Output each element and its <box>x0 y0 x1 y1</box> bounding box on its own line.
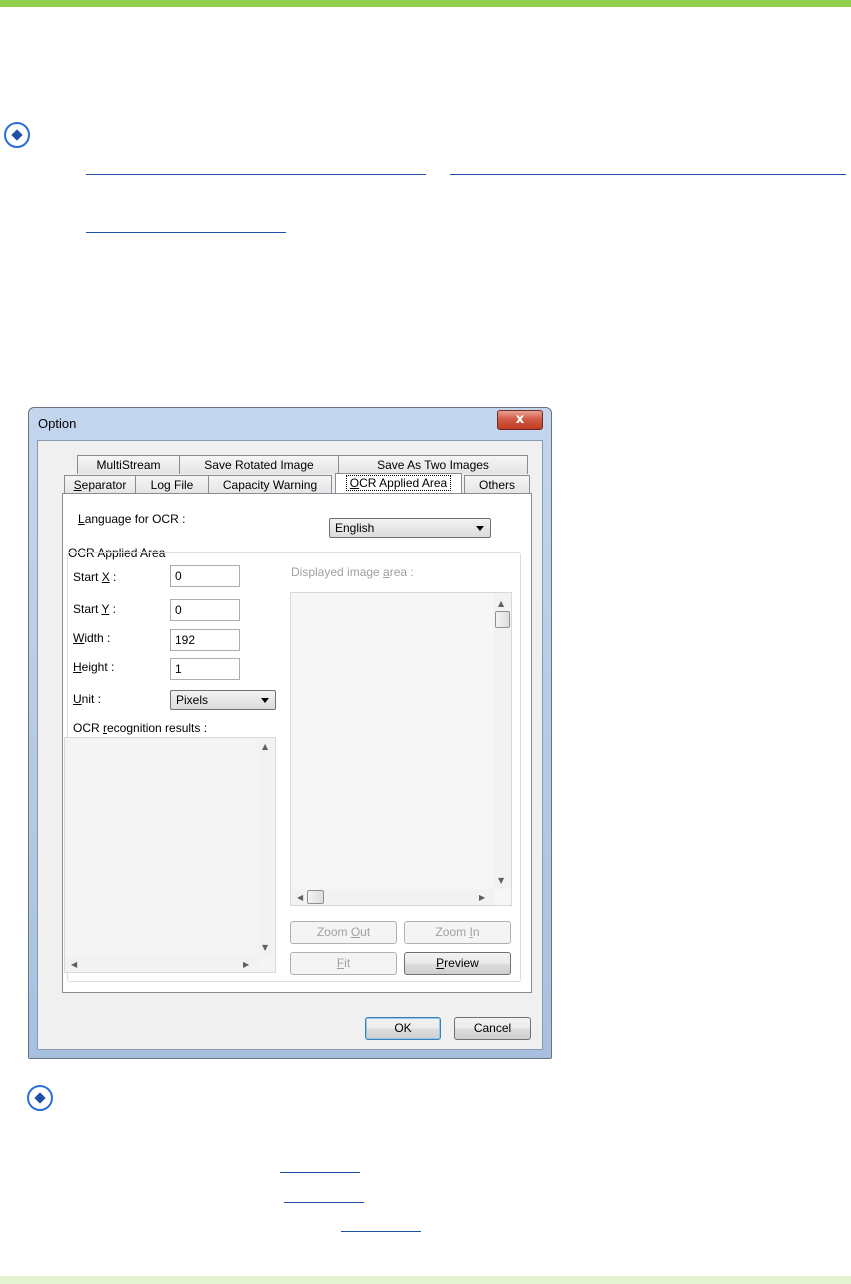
dialog-client-area: MultiStream Save Rotated Image Save As T… <box>37 440 543 1050</box>
zoom-in-button[interactable]: Zoom In <box>404 921 511 944</box>
dropdown-arrow-icon <box>476 526 484 531</box>
ok-button[interactable]: OK <box>365 1017 441 1040</box>
displayed-area-label: Displayed image area : <box>291 565 414 579</box>
start-y-label: Start Y : <box>73 602 116 616</box>
title-bar[interactable]: Option x <box>29 408 551 440</box>
scroll-down-icon[interactable]: ▼ <box>498 876 504 885</box>
scroll-up-icon[interactable]: ▲ <box>262 742 268 751</box>
dialog-title: Option <box>38 416 77 431</box>
language-dropdown[interactable]: English <box>329 518 491 538</box>
tab-multistream[interactable]: MultiStream <box>77 455 180 474</box>
tab-save-as-two-images[interactable]: Save As Two Images <box>338 455 528 474</box>
fit-button[interactable]: Fit <box>290 952 397 975</box>
height-input[interactable]: 1 <box>170 658 240 680</box>
hyperlink[interactable] <box>284 1202 364 1203</box>
tab-log-file[interactable]: Log File <box>135 475 209 494</box>
top-accent-bar <box>0 0 851 7</box>
start-x-input[interactable]: 0 <box>170 565 240 587</box>
preview-button[interactable]: Preview <box>404 952 511 975</box>
note-icon <box>27 1085 53 1111</box>
tab-others[interactable]: Others <box>464 475 530 494</box>
tab-separator[interactable]: Separator <box>64 475 136 494</box>
close-button[interactable]: x <box>497 410 543 430</box>
hyperlink[interactable] <box>86 232 286 233</box>
scroll-up-icon[interactable]: ▲ <box>498 599 504 608</box>
scroll-thumb[interactable] <box>495 611 510 628</box>
scroll-thumb[interactable] <box>307 890 324 904</box>
note-icon <box>4 122 30 148</box>
bottom-accent-bar <box>0 1276 851 1284</box>
tab-capacity-warning[interactable]: Capacity Warning <box>208 475 332 494</box>
image-horizontal-scrollbar[interactable]: ◀ ▶ <box>291 889 494 905</box>
unit-label: Unit : <box>73 692 102 706</box>
scroll-left-icon[interactable]: ◀ <box>71 960 77 969</box>
language-label: Language for OCR : <box>78 512 186 526</box>
option-dialog: Option x MultiStream Save Rotated Image … <box>28 407 552 1059</box>
image-vertical-scrollbar[interactable]: ▲ ▼ <box>494 593 511 889</box>
tab-panel: Language for OCR : English OCR Applied A… <box>62 493 532 993</box>
close-icon: x <box>515 412 525 427</box>
displayed-image-area[interactable]: ▲ ▼ ◀ ▶ <box>290 592 512 906</box>
width-input[interactable]: 192 <box>170 629 240 651</box>
zoom-out-button[interactable]: Zoom Out <box>290 921 397 944</box>
height-label: Height : <box>73 660 115 674</box>
hyperlink[interactable] <box>450 174 846 175</box>
width-label: Width : <box>73 631 111 645</box>
scroll-right-icon[interactable]: ▶ <box>243 960 249 969</box>
cancel-button[interactable]: Cancel <box>454 1017 531 1040</box>
results-label: OCR recognition results : <box>73 721 208 735</box>
start-x-label: Start X : <box>73 570 117 584</box>
ocr-results-box[interactable]: ▲ ▼ ◀ ▶ <box>64 737 276 973</box>
scroll-right-icon[interactable]: ▶ <box>479 893 485 902</box>
unit-dropdown[interactable]: Pixels <box>170 690 276 710</box>
scroll-down-icon[interactable]: ▼ <box>262 943 268 952</box>
tab-save-rotated-image[interactable]: Save Rotated Image <box>179 455 339 474</box>
start-y-input[interactable]: 0 <box>170 599 240 621</box>
scroll-left-icon[interactable]: ◀ <box>297 893 303 902</box>
dropdown-arrow-icon <box>261 698 269 703</box>
hyperlink[interactable] <box>280 1172 360 1173</box>
tab-ocr-applied-area[interactable]: OCR Applied Area <box>335 473 462 494</box>
results-horizontal-scrollbar[interactable]: ◀ ▶ <box>65 956 258 972</box>
results-vertical-scrollbar[interactable]: ▲ ▼ <box>258 738 275 956</box>
hyperlink[interactable] <box>341 1231 421 1232</box>
hyperlink[interactable] <box>86 174 426 175</box>
